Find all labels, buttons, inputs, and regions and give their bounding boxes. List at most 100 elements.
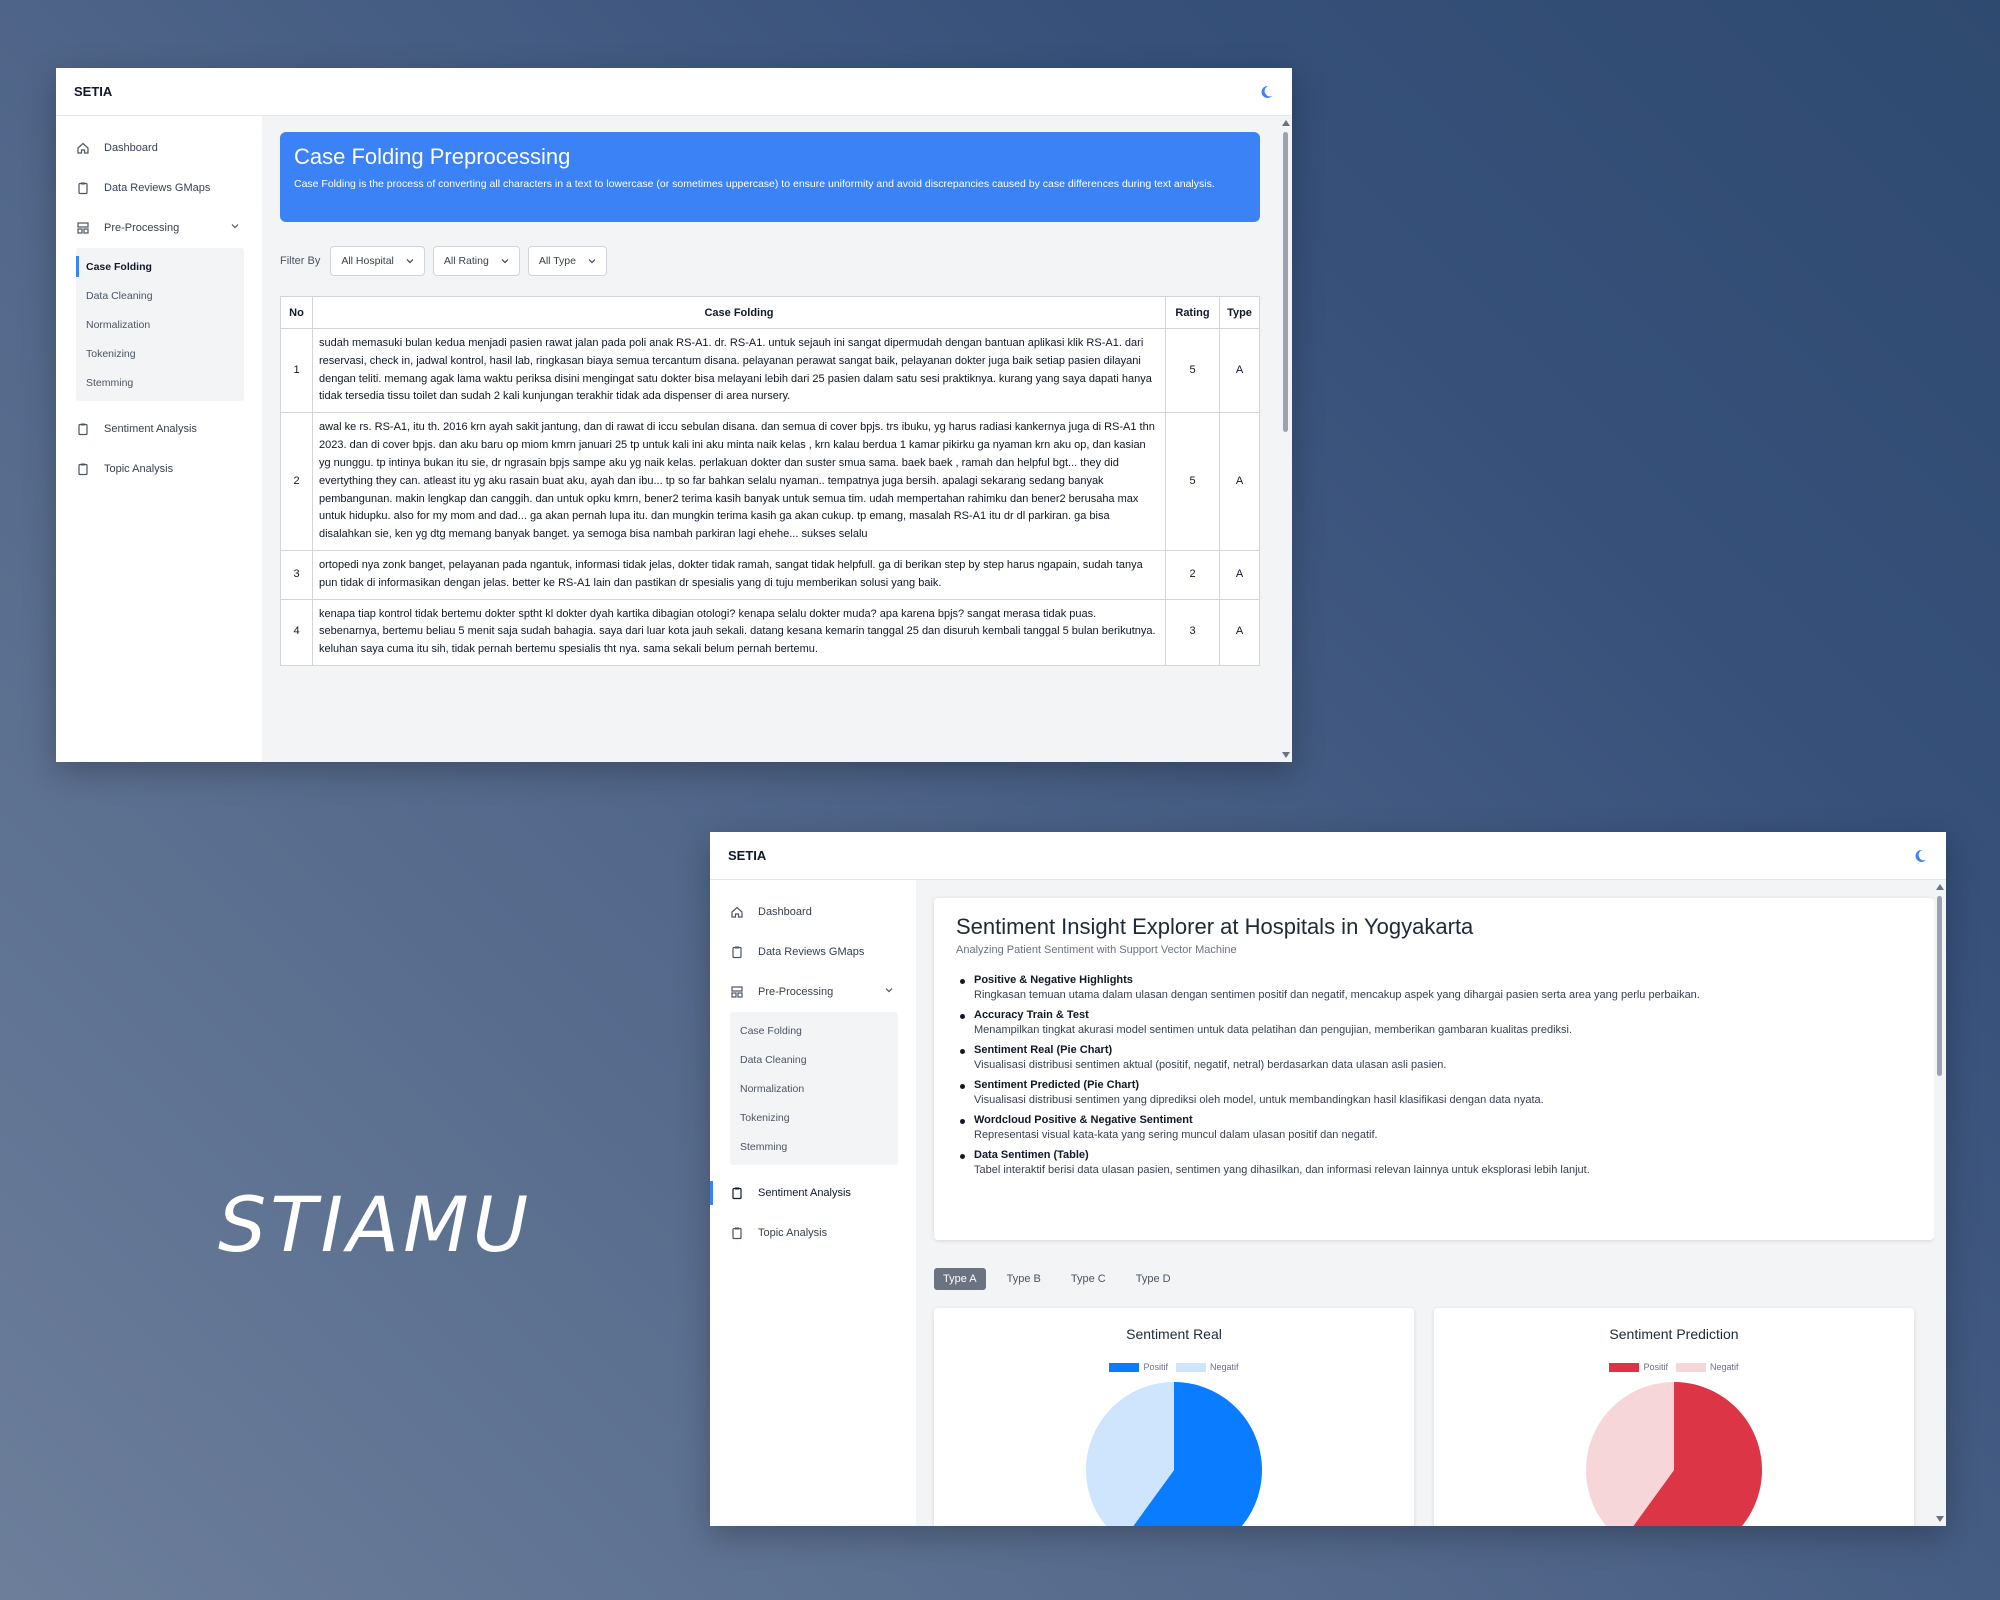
sidebar-item-label: Pre-Processing: [758, 986, 834, 998]
chevron-down-icon: [406, 259, 414, 264]
sidebar: Dashboard Data Reviews GMaps Pre-Process…: [710, 880, 914, 1526]
review-text: awal ke rs. RS-A1, itu th. 2016 krn ayah…: [312, 412, 1166, 551]
row-rating: 3: [1165, 598, 1220, 667]
legend-item[interactable]: Negatif: [1175, 1362, 1239, 1372]
select-value: All Hospital: [341, 255, 394, 267]
chevron-down-icon: [501, 259, 509, 264]
case-folding-table: No Case Folding Rating Type 1 sudah mema…: [280, 296, 1260, 667]
sidebar-item-label: Data Reviews GMaps: [758, 946, 865, 958]
submenu-case-folding[interactable]: Case Folding: [730, 1016, 898, 1045]
sentiment-prediction-chart-card: Sentiment Prediction Positif Negatif: [1434, 1308, 1914, 1526]
select-value: All Rating: [443, 255, 489, 267]
case-folding-window: SETIA Dashboard Data Reviews GMaps Pre-P…: [56, 68, 1292, 762]
type-filter-select[interactable]: All Type: [527, 246, 607, 276]
scroll-down-arrow-icon[interactable]: [1282, 752, 1290, 758]
submenu-stemming[interactable]: Stemming: [76, 368, 244, 397]
sentiment-real-pie[interactable]: [1084, 1380, 1264, 1526]
submenu-data-cleaning[interactable]: Data Cleaning: [76, 281, 244, 310]
legend-label: Positif: [1143, 1362, 1168, 1372]
row-rating: 5: [1165, 412, 1220, 551]
list-item-desc: Ringkasan temuan utama dalam ulasan deng…: [974, 989, 1700, 1001]
sentiment-real-chart-card: Sentiment Real Positif Negatif: [934, 1308, 1414, 1526]
tab-type-a[interactable]: Type A: [934, 1268, 986, 1290]
hospital-filter-select[interactable]: All Hospital: [330, 246, 425, 276]
column-header[interactable]: Case Folding: [312, 296, 1166, 329]
filter-label: Filter By: [280, 255, 321, 267]
column-header[interactable]: Type: [1219, 296, 1260, 329]
sidebar-item-data-reviews[interactable]: Data Reviews GMaps: [56, 168, 260, 208]
list-item-desc: Representasi visual kata-kata yang serin…: [974, 1129, 1378, 1141]
list-item: Data Sentimen (Table) Tabel interaktif be…: [956, 1149, 1912, 1176]
sidebar-item-data-reviews[interactable]: Data Reviews GMaps: [710, 932, 914, 972]
sidebar-item-sentiment-analysis[interactable]: Sentiment Analysis: [710, 1173, 914, 1213]
scroll-up-arrow-icon[interactable]: [1282, 120, 1290, 126]
sentiment-window: SETIA Dashboard Data Reviews GMaps Pre-P…: [710, 832, 1946, 1526]
table-row: 2 awal ke rs. RS-A1, itu th. 2016 krn ay…: [280, 412, 1260, 551]
scroll-down-arrow-icon[interactable]: [1936, 1516, 1944, 1522]
submenu-normalization[interactable]: Normalization: [76, 310, 244, 339]
sidebar: Dashboard Data Reviews GMaps Pre-Process…: [56, 116, 260, 762]
filter-bar: Filter By All Hospital All Rating All Ty…: [280, 246, 615, 276]
page-title: Case Folding Preprocessing: [294, 144, 571, 169]
vertical-scrollbar[interactable]: [1280, 116, 1292, 762]
list-item-title: Sentiment Real (Pie Chart): [974, 1044, 1113, 1056]
sidebar-item-topic-analysis[interactable]: Topic Analysis: [56, 449, 260, 489]
vertical-scrollbar[interactable]: [1934, 880, 1946, 1526]
submenu-stemming[interactable]: Stemming: [730, 1132, 898, 1161]
sidebar-item-label: Sentiment Analysis: [104, 423, 197, 435]
review-text: kenapa tiap kontrol tidak bertemu dokter…: [312, 598, 1166, 667]
table-header-row: No Case Folding Rating Type: [280, 296, 1260, 329]
dark-mode-toggle-icon[interactable]: [1258, 84, 1274, 100]
clipboard-icon: [730, 1186, 744, 1200]
legend-item[interactable]: Positif: [1109, 1362, 1168, 1372]
brand-watermark: STIAMU: [218, 1180, 533, 1269]
sidebar-item-topic-analysis[interactable]: Topic Analysis: [710, 1213, 914, 1253]
rating-filter-select[interactable]: All Rating: [432, 246, 520, 276]
insight-card: Sentiment Insight Explorer at Hospitals …: [934, 898, 1934, 1240]
scrollbar-thumb[interactable]: [1283, 132, 1288, 432]
home-icon: [76, 141, 90, 155]
scroll-up-arrow-icon[interactable]: [1936, 884, 1944, 890]
row-number: 3: [280, 549, 313, 600]
list-item-desc: Menampilkan tingkat akurasi model sentim…: [974, 1024, 1573, 1036]
tab-type-b[interactable]: Type B: [998, 1268, 1050, 1290]
chart-title: Sentiment Real: [1126, 1326, 1222, 1342]
submenu-tokenizing[interactable]: Tokenizing: [76, 339, 244, 368]
sentiment-prediction-pie[interactable]: [1584, 1380, 1764, 1526]
row-rating: 5: [1165, 327, 1220, 414]
column-header[interactable]: No: [280, 296, 313, 329]
list-item: Wordcloud Positive & Negative Sentiment R…: [956, 1114, 1912, 1141]
column-header[interactable]: Rating: [1165, 296, 1220, 329]
scrollbar-thumb[interactable]: [1937, 896, 1942, 1076]
sidebar-item-dashboard[interactable]: Dashboard: [710, 892, 914, 932]
submenu-data-cleaning[interactable]: Data Cleaning: [730, 1045, 898, 1074]
submenu-normalization[interactable]: Normalization: [730, 1074, 898, 1103]
tab-type-d[interactable]: Type D: [1127, 1268, 1180, 1290]
chevron-down-icon: [231, 224, 239, 229]
list-item-title: Accuracy Train & Test: [974, 1009, 1089, 1021]
chart-title: Sentiment Prediction: [1609, 1326, 1739, 1342]
list-item: Positive & Negative Highlights Ringkasan …: [956, 974, 1912, 1001]
list-item: Accuracy Train & Test Menampilkan tingkat…: [956, 1009, 1912, 1036]
sidebar-item-label: Data Reviews GMaps: [104, 182, 211, 194]
tab-type-c[interactable]: Type C: [1062, 1268, 1115, 1290]
dark-mode-toggle-icon[interactable]: [1912, 848, 1928, 864]
chevron-down-icon: [588, 259, 596, 264]
list-item: Sentiment Real (Pie Chart) Visualisasi di…: [956, 1044, 1912, 1071]
sidebar-item-preprocessing[interactable]: Pre-Processing: [56, 208, 260, 248]
legend-item[interactable]: Negatif: [1675, 1362, 1739, 1372]
sidebar-item-dashboard[interactable]: Dashboard: [56, 128, 260, 168]
sidebar-item-sentiment-analysis[interactable]: Sentiment Analysis: [56, 409, 260, 449]
sidebar-item-label: Topic Analysis: [758, 1227, 828, 1239]
legend-item[interactable]: Positif: [1609, 1362, 1668, 1372]
legend-label: Negatif: [1209, 1362, 1239, 1372]
clipboard-icon: [730, 945, 744, 959]
list-item-title: Data Sentimen (Table): [974, 1149, 1089, 1161]
sidebar-item-label: Dashboard: [758, 906, 812, 918]
submenu-case-folding[interactable]: Case Folding: [76, 252, 244, 281]
sidebar-item-preprocessing[interactable]: Pre-Processing: [710, 972, 914, 1012]
submenu-tokenizing[interactable]: Tokenizing: [730, 1103, 898, 1132]
main-content: Case Folding Preprocessing Case Folding …: [262, 116, 1292, 762]
list-item-desc: Tabel interaktif berisi data ulasan pasi…: [974, 1164, 1590, 1176]
clipboard-icon: [730, 1226, 744, 1240]
